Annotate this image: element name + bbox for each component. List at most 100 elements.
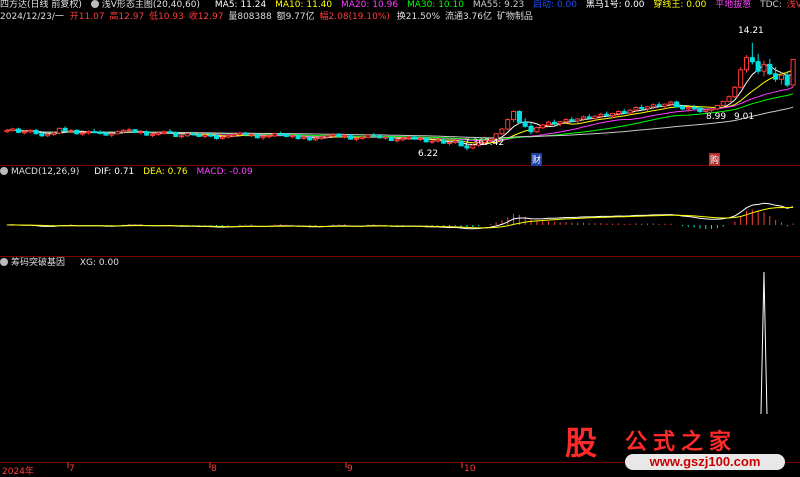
candle [644, 106, 651, 112]
candle-body [167, 131, 173, 134]
candle [62, 126, 68, 132]
candle-body [691, 106, 697, 109]
candle-body [109, 133, 115, 136]
candle-body [545, 121, 552, 126]
candle-body [184, 133, 190, 137]
candle [412, 135, 418, 140]
candle-body [336, 133, 342, 137]
candle [97, 130, 103, 135]
candle [149, 133, 156, 138]
candle-body [639, 106, 645, 110]
candle-body [62, 127, 68, 132]
candle-body [301, 136, 307, 139]
candle-body [74, 129, 80, 135]
candle-body [39, 133, 45, 137]
candle-body [307, 136, 313, 141]
candle [458, 139, 464, 147]
candle [784, 71, 790, 87]
candle-body [313, 137, 319, 141]
candle [365, 134, 371, 139]
candle-body [621, 111, 627, 114]
candle [260, 135, 266, 140]
chart-canvas[interactable] [0, 0, 800, 475]
candle-body [714, 104, 720, 110]
candle-body [511, 111, 517, 121]
candle-body [534, 127, 540, 133]
watermark-title: 公式之家 [625, 429, 738, 455]
candle-body [45, 133, 51, 137]
price-low-label: 6.22 [418, 149, 439, 159]
candle-body [423, 137, 429, 143]
candle-body [132, 129, 138, 133]
gou-badge[interactable]: 购 [709, 153, 721, 166]
candle-body [208, 134, 214, 137]
candle-body [149, 133, 156, 136]
candle-body [522, 121, 528, 127]
candle [16, 127, 22, 134]
xg-panel [760, 271, 768, 415]
candle-body [726, 96, 732, 102]
candle [243, 131, 249, 136]
candle-body [406, 136, 412, 139]
candle [749, 42, 755, 65]
candle [511, 110, 517, 123]
candle [336, 133, 342, 138]
candle-body [615, 111, 621, 115]
candle-body [679, 106, 685, 110]
candle [720, 100, 726, 107]
candle [278, 131, 284, 136]
candle [743, 54, 750, 73]
candle-body [33, 129, 39, 135]
candle [4, 129, 10, 134]
candle-body [359, 136, 365, 139]
candle [132, 129, 138, 134]
candle [126, 127, 132, 132]
candle-body [289, 135, 295, 138]
axis-label-jul: 7 [69, 464, 75, 474]
candle [429, 139, 435, 144]
candle-body [604, 113, 610, 117]
candle-body [505, 119, 511, 130]
candle [10, 127, 16, 132]
xg-signal-spike [760, 271, 768, 415]
candle [575, 118, 581, 124]
candle-body [563, 119, 569, 123]
candle-body [569, 119, 575, 122]
candle-body [627, 109, 633, 114]
candle-body [21, 131, 27, 134]
candle-body [347, 135, 354, 140]
macd-panel [6, 202, 794, 230]
candle-body [272, 133, 278, 137]
axis-label-year: 2024年 [2, 467, 34, 477]
candle-body [610, 113, 616, 117]
candle-body [237, 132, 243, 135]
candle [755, 53, 761, 74]
candle-body [179, 135, 185, 138]
cai-badge[interactable]: 财 [531, 153, 543, 166]
candle [272, 133, 278, 138]
candle-body [446, 141, 453, 144]
candle-body [656, 104, 662, 107]
candle-body [697, 107, 703, 113]
candle-body [173, 131, 179, 137]
candle [202, 134, 208, 139]
candle [505, 118, 511, 131]
candle-body [598, 113, 604, 117]
candle-body [91, 131, 97, 134]
candle-body [540, 124, 546, 129]
axis-label-sep: 9 [347, 464, 353, 474]
candle-body [516, 111, 522, 123]
candle-body [318, 136, 324, 139]
watermark-gu: 股 [564, 424, 597, 462]
candle-body [56, 127, 62, 134]
candle-body [749, 57, 755, 63]
candle-body [155, 132, 161, 135]
candle-body [400, 137, 406, 141]
candle [557, 120, 563, 127]
candle [115, 130, 121, 135]
candle-body [767, 63, 773, 75]
candle-body [417, 137, 423, 140]
candle [691, 104, 697, 111]
candle-body [196, 133, 202, 137]
candle [347, 134, 354, 140]
